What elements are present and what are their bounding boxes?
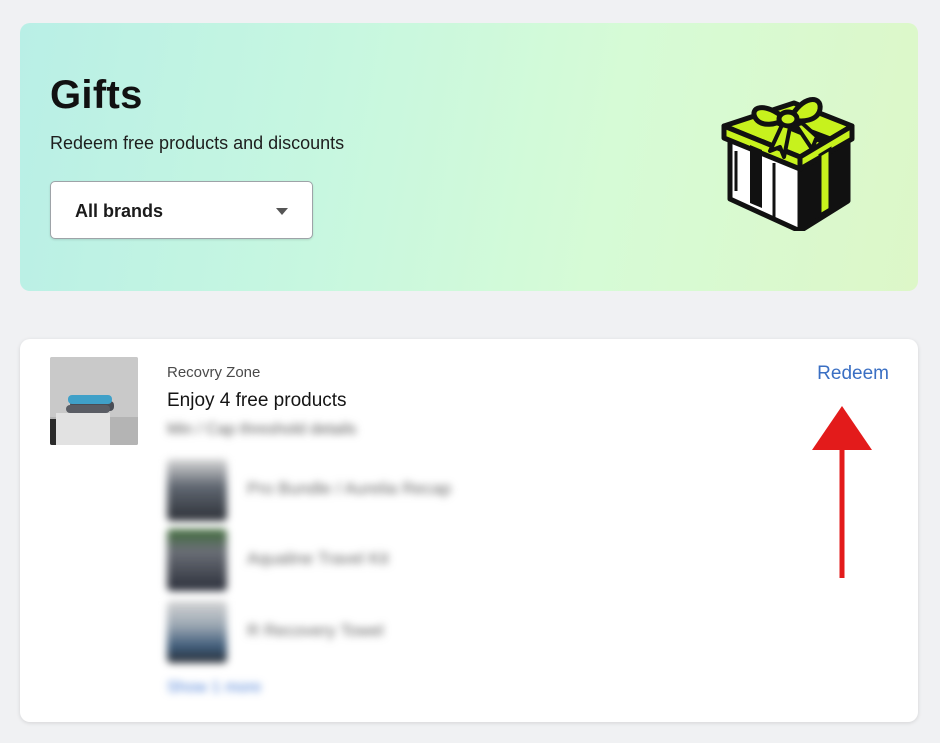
- page-title: Gifts: [50, 73, 143, 117]
- annotation-arrow-up-icon: [812, 406, 872, 578]
- product-name: R Recovery Towel: [247, 621, 384, 640]
- product-item: R Recovery Towel: [167, 601, 547, 663]
- product-name: Pro Bundle / Aurelia Recap: [247, 479, 452, 498]
- gifts-hero-banner: Gifts Redeem free products and discounts…: [20, 23, 918, 291]
- gift-box-icon: [721, 97, 855, 231]
- product-image: [167, 529, 227, 591]
- product-image: [167, 459, 227, 521]
- brand-name: Recovry Zone: [167, 364, 261, 381]
- brand-filter-value: All brands: [75, 201, 164, 221]
- show-more-link[interactable]: Show 1 more: [167, 679, 261, 697]
- product-name: Aqualine Travel Kit: [247, 549, 389, 568]
- gift-offer-card: Recovry Zone Enjoy 4 free products Redee…: [20, 339, 918, 722]
- brand-product-image: [50, 357, 138, 445]
- product-item: Aqualine Travel Kit: [167, 529, 547, 591]
- page-subtitle: Redeem free products and discounts: [50, 133, 345, 153]
- offer-title: Enjoy 4 free products: [167, 390, 347, 411]
- offer-fine-print: Min / Cap threshold details: [167, 421, 357, 438]
- redeem-link[interactable]: Redeem: [817, 363, 889, 385]
- product-image: [167, 601, 227, 663]
- product-item: Pro Bundle / Aurelia Recap: [167, 459, 547, 521]
- folded-towels-icon: [50, 357, 138, 445]
- caret-down-icon: [276, 208, 288, 215]
- brand-filter-dropdown[interactable]: All brands: [50, 181, 313, 239]
